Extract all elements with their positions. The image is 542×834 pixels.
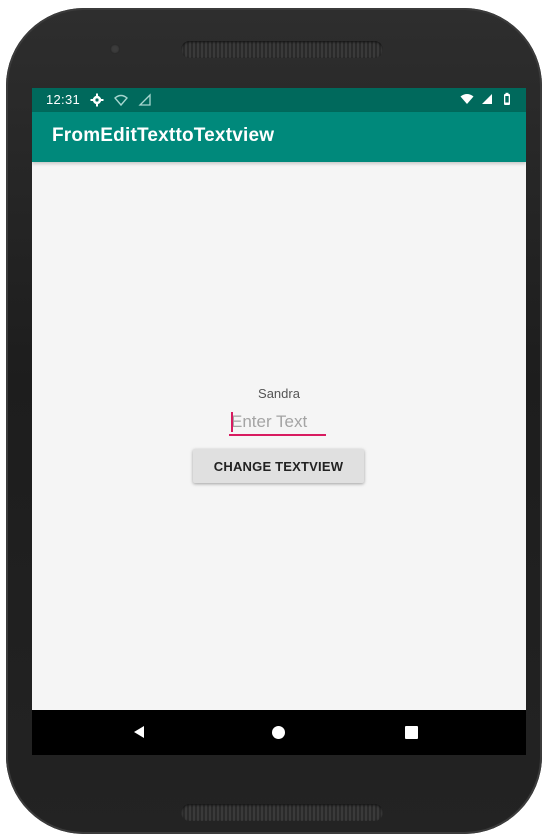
battery-icon [504,92,510,105]
app-bar: FromEditTexttoTextview [32,112,526,162]
emulator-stage: 12:31 FromEditTexttoTextview Sandra Ente… [0,0,542,834]
gear-icon [90,93,104,106]
signal-icon [138,92,151,106]
home-icon[interactable] [272,726,285,739]
bottom-speaker [181,804,383,821]
change-textview-button[interactable]: CHANGE TEXTVIEW [193,449,364,483]
earpiece-speaker [181,41,383,58]
result-text-view: Sandra [258,386,300,401]
status-time: 12:31 [46,92,81,107]
status-bar: 12:31 [32,88,526,112]
app-title: FromEditTexttoTextview [52,125,275,146]
navigation-bar [32,710,526,755]
enter-text-input[interactable] [229,410,326,436]
wifi-icon [460,94,474,104]
status-bar-right [460,92,514,106]
main-content: Sandra CHANGE TEXTVIEW [32,162,526,710]
text-cursor [231,412,233,432]
status-bar-left: 12:31 [46,92,152,107]
back-icon[interactable] [132,725,146,739]
device-screen: 12:31 FromEditTexttoTextview Sandra Ente… [32,88,526,755]
recents-icon[interactable] [405,726,418,739]
wifi-icon [114,94,129,106]
front-camera-icon [110,44,120,54]
signal-icon [482,94,492,104]
